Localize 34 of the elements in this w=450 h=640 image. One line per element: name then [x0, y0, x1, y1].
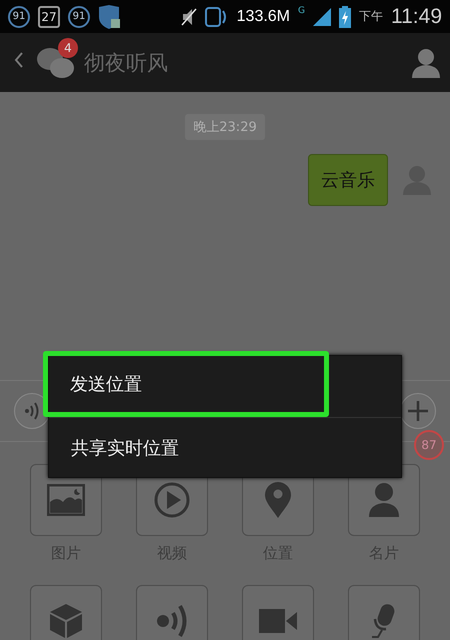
- message-bubble: 云音乐: [308, 154, 388, 206]
- network-speed: 133.6M: [236, 8, 290, 26]
- back-icon[interactable]: [14, 51, 24, 69]
- person-icon[interactable]: [412, 48, 440, 78]
- menu-item[interactable]: 发送位置: [43, 351, 329, 417]
- attachment-button[interactable]: [136, 585, 208, 640]
- play-icon: [153, 481, 191, 519]
- location-pin-icon: [264, 481, 292, 519]
- attachment-button[interactable]: [242, 585, 314, 640]
- am-pm-label: 下午: [359, 8, 383, 25]
- voice-icon: [24, 402, 40, 420]
- person-icon: [368, 482, 400, 518]
- timestamp: 晚上23:29: [185, 114, 265, 140]
- mute-icon: [180, 8, 197, 26]
- signal-icon: [313, 8, 331, 26]
- notification-icon: 27: [38, 6, 60, 28]
- attachment-button[interactable]: [348, 585, 420, 640]
- signal-waves-icon: [156, 603, 188, 639]
- app-icon: [204, 6, 229, 28]
- image-icon: [47, 484, 85, 516]
- plus-icon: [407, 400, 429, 422]
- cube-icon: [49, 603, 83, 639]
- notification-icon: 91: [68, 6, 90, 28]
- unread-badge: 4: [58, 38, 78, 58]
- battery-charging-icon: [339, 6, 351, 28]
- attachment-button[interactable]: [30, 585, 102, 640]
- chat-title: 彻夜听风: [84, 50, 169, 76]
- clock: 11:49: [391, 4, 442, 28]
- menu-item[interactable]: 共享实时位置: [49, 417, 401, 477]
- network-type: G: [298, 6, 305, 16]
- plus-button[interactable]: [400, 393, 436, 429]
- notification-icon: 91: [8, 6, 30, 28]
- video-camera-icon: [259, 609, 297, 633]
- shield-icon: [98, 4, 120, 28]
